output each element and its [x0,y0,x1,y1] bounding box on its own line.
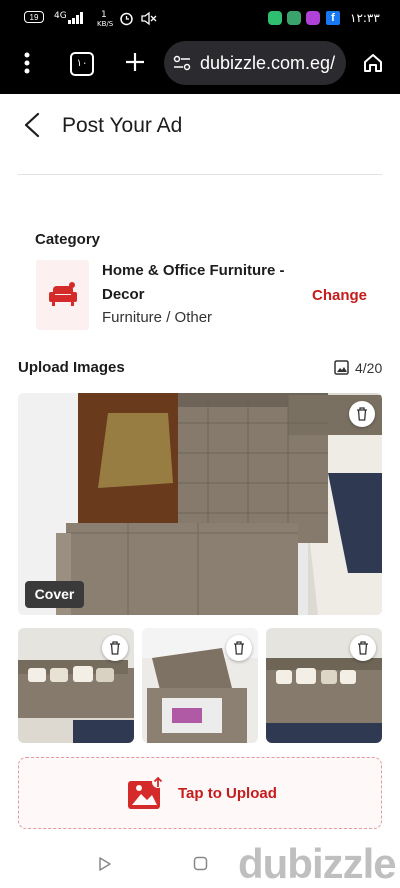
tab-count: ١٠ [76,58,88,69]
delete-image-button[interactable] [226,635,252,661]
trash-icon [110,641,120,655]
cover-badge: Cover [25,581,84,608]
menu-dots-icon[interactable] [22,51,32,75]
image-thumbnail[interactable] [18,628,134,743]
tap-to-upload-label[interactable]: Tap to Upload [178,785,277,803]
trash-icon [234,641,244,655]
url-text[interactable]: dubizzle.com.eg/ [200,52,340,74]
image-count: 4/20 [355,360,383,376]
upload-images-title: Upload Images [18,359,125,376]
upload-image-icon[interactable] [127,775,165,811]
image-thumbnail[interactable] [266,628,382,743]
status-bar: 19 4G 1 KB/S f ١٢:٣٣ [0,0,400,36]
shield-notification-icon [287,11,301,25]
header-divider [18,174,382,175]
network-type: 4G [54,11,67,21]
sofa-icon [49,282,77,306]
speed-unit: KB/S [97,20,114,28]
signal-icon [68,12,83,24]
tabs-button[interactable]: ١٠ [70,52,94,76]
image-thumbnail[interactable] [142,628,258,743]
dubizzle-watermark: dubizzle [238,840,397,887]
delete-image-button[interactable] [102,635,128,661]
facebook-icon: f [326,11,340,25]
category-label: Category [35,231,101,248]
trash-icon [358,641,368,655]
new-tab-icon[interactable] [125,52,145,72]
back-nav-icon[interactable] [98,856,112,872]
image-count-icon [334,360,349,375]
home-icon[interactable] [362,52,384,74]
battery-icon: 19 [24,11,44,23]
site-settings-icon[interactable] [173,54,191,72]
app-notification-icon [306,11,320,25]
alarm-icon [120,12,133,26]
category-icon-box [36,260,89,330]
page-title: Post Your Ad [62,114,183,137]
category-subcategory: Furniture / Other [102,309,213,326]
delete-cover-image-button[interactable] [349,401,375,427]
battery-level: 19 [29,13,39,22]
delete-image-button[interactable] [350,635,376,661]
category-name: Home & Office Furniture - Decor [102,262,285,303]
chat-notification-icon [268,11,282,25]
trash-icon [357,407,367,421]
back-arrow-icon[interactable] [22,112,42,138]
mute-icon [141,11,157,26]
change-category-button[interactable]: Change [312,286,367,306]
clock: ١٢:٣٣ [350,11,380,25]
home-nav-icon[interactable] [193,856,208,871]
